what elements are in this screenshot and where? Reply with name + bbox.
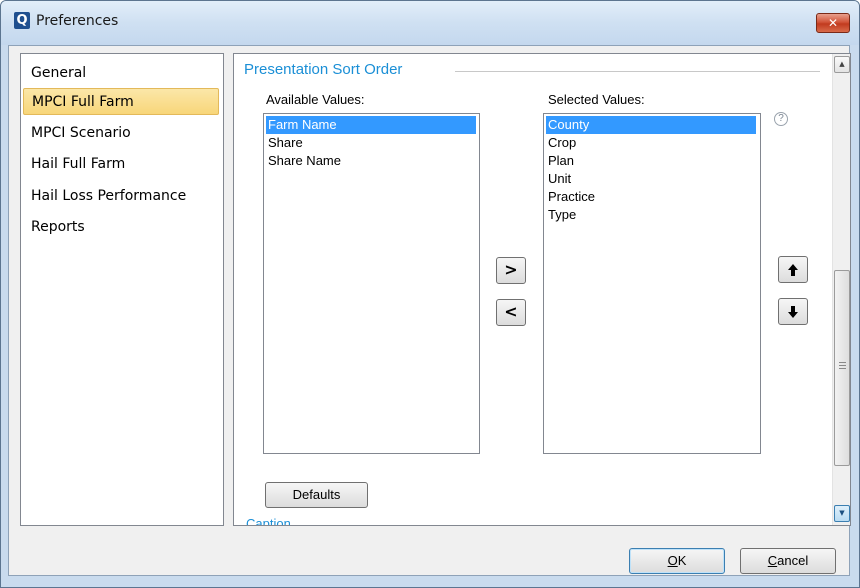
sidebar-item-reports[interactable]: Reports — [23, 214, 219, 241]
scroll-thumb[interactable] — [834, 270, 850, 466]
cancel-button[interactable]: Cancel — [740, 548, 836, 574]
list-item[interactable]: Share — [266, 134, 476, 152]
sidebar-item-hail-full-farm[interactable]: Hail Full Farm — [23, 151, 219, 178]
ok-mnemonic: O — [667, 553, 678, 568]
next-section-title: Caption — [246, 516, 291, 525]
scroll-down-button[interactable]: ▼ — [834, 505, 850, 522]
move-down-button[interactable] — [778, 298, 808, 325]
ok-button[interactable]: OK — [629, 548, 725, 574]
section-title: Presentation Sort Order — [244, 61, 409, 78]
list-item[interactable]: Farm Name — [266, 116, 476, 134]
window-title: Preferences — [36, 13, 119, 29]
selected-values-label: Selected Values: — [548, 92, 645, 107]
available-values-label: Available Values: — [266, 92, 365, 107]
sidebar-item-mpci-scenario[interactable]: MPCI Scenario — [23, 120, 219, 147]
cancel-label-rest: ancel — [777, 553, 809, 568]
list-item[interactable]: Share Name — [266, 152, 476, 170]
scroll-up-button[interactable]: ▲ — [834, 56, 850, 73]
available-values-list[interactable]: Farm Name Share Share Name — [263, 113, 480, 454]
sidebar-item-hail-loss-performance[interactable]: Hail Loss Performance — [23, 183, 219, 210]
app-icon: Q — [14, 12, 30, 29]
arrow-down-icon — [788, 306, 798, 318]
list-item[interactable]: County — [546, 116, 756, 134]
category-list: General MPCI Full Farm MPCI Scenario Hai… — [20, 53, 224, 526]
selected-values-list[interactable]: County Crop Plan Unit Practice Type — [543, 113, 761, 454]
ok-label-rest: K — [677, 553, 687, 568]
list-item[interactable]: Type — [546, 206, 756, 224]
help-icon[interactable]: ? — [774, 112, 788, 126]
title-bar[interactable]: Q Preferences ✕ — [1, 1, 859, 45]
arrow-up-icon — [788, 264, 798, 276]
grip-icon — [839, 362, 846, 369]
move-up-button[interactable] — [778, 256, 808, 283]
close-button[interactable]: ✕ — [816, 13, 850, 33]
list-item[interactable]: Plan — [546, 152, 756, 170]
sidebar-item-general[interactable]: General — [23, 60, 219, 87]
defaults-button[interactable]: Defaults — [265, 482, 368, 508]
cancel-mnemonic: C — [767, 553, 778, 568]
move-right-button[interactable]: > — [496, 257, 526, 284]
list-item[interactable]: Unit — [546, 170, 756, 188]
move-left-button[interactable]: < — [496, 299, 526, 326]
section-divider — [455, 71, 820, 72]
list-item[interactable]: Crop — [546, 134, 756, 152]
vertical-scrollbar[interactable]: ▲ ▼ — [832, 54, 850, 525]
sidebar-item-mpci-full-farm[interactable]: MPCI Full Farm — [23, 88, 219, 115]
list-item[interactable]: Practice — [546, 188, 756, 206]
